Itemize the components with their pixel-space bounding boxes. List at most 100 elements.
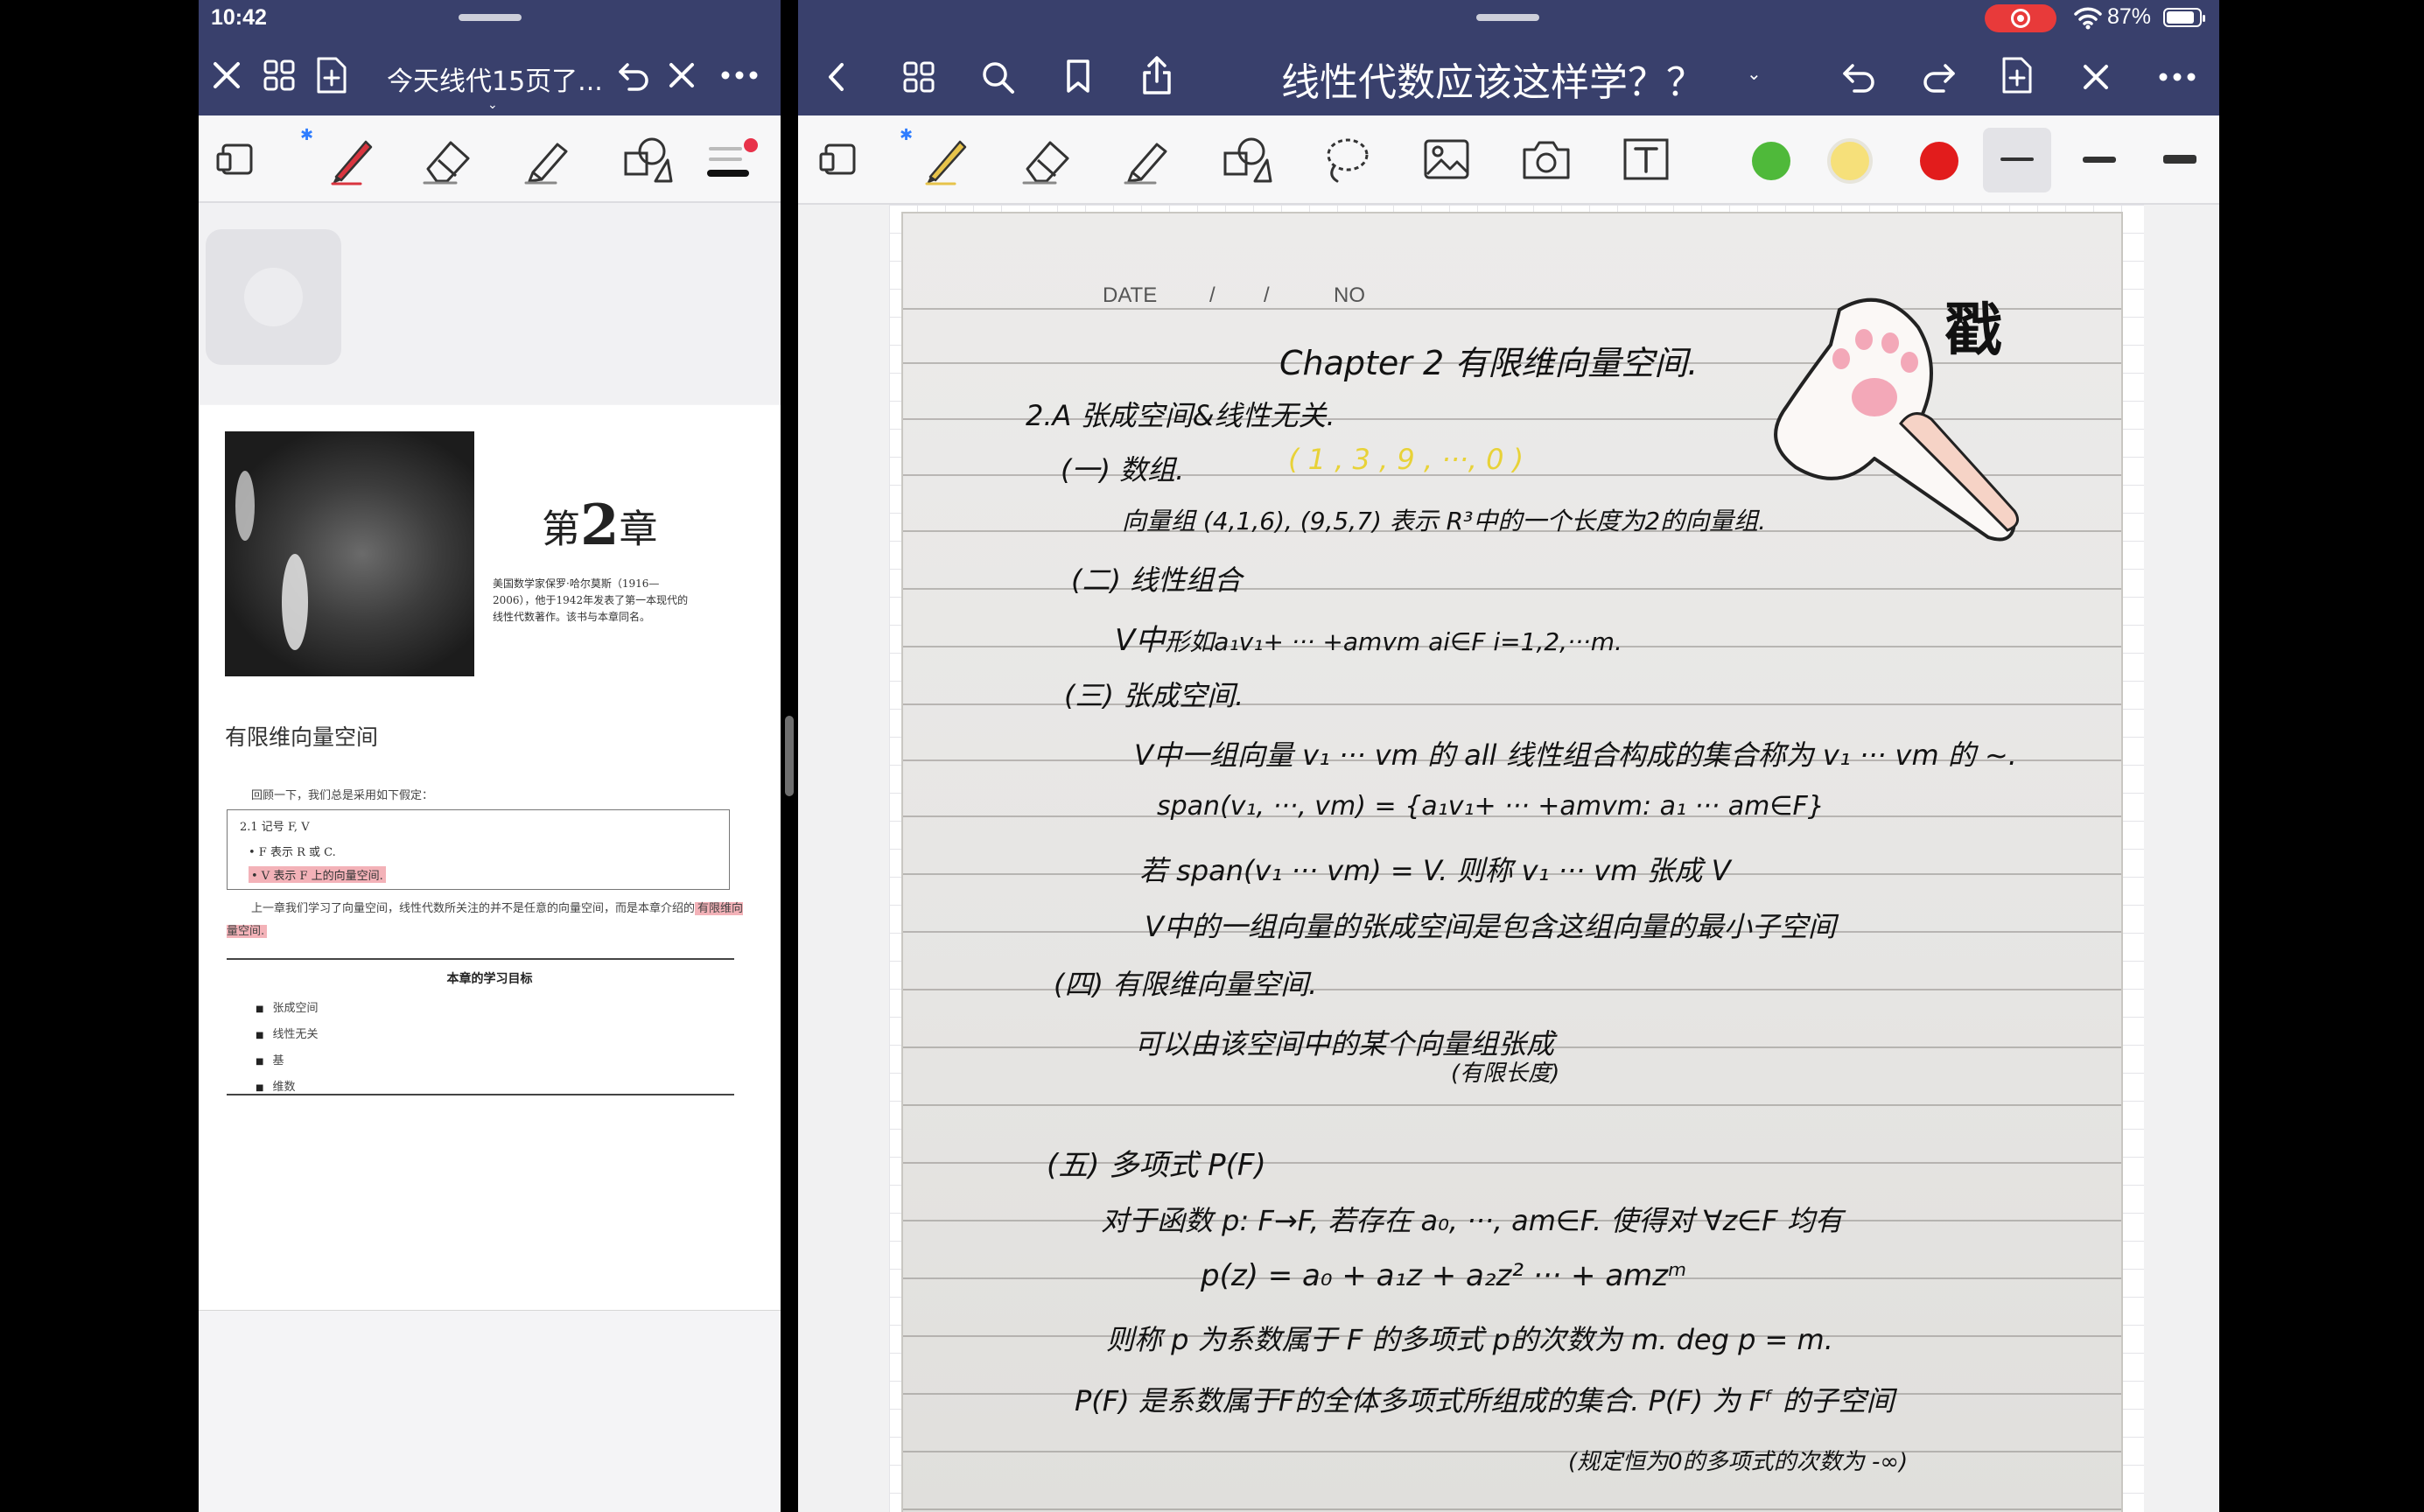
- bookmark-icon[interactable]: [1057, 54, 1099, 98]
- share-icon[interactable]: [1136, 52, 1178, 98]
- chapter-heading: 第2章: [542, 493, 658, 558]
- multitask-grabber[interactable]: [1476, 14, 1539, 21]
- shapes-icon[interactable]: [617, 131, 678, 187]
- no-label: NO: [1334, 284, 1365, 307]
- note-line: (规定恒为0的多项式的次数为 -∞): [1568, 1449, 1909, 1475]
- section-title: 有限维向量空间: [225, 724, 379, 750]
- color-red-swatch[interactable]: [1920, 142, 1958, 180]
- note-line: p(z) = a₀ + a₁z + a₂z² ··· + amzᵐ: [1201, 1258, 1687, 1293]
- pen-icon[interactable]: [321, 131, 382, 187]
- screen: 10:42 今天线代15页了... ⌄ ✱ 第2章 美国数学家保罗·哈尔莫斯（1…: [0, 0, 2424, 1512]
- add-page-icon[interactable]: [1995, 52, 2039, 98]
- note-line: V中形如a₁v₁+ ··· +amvm ai∈F i=1,2,···m.: [1115, 623, 1622, 658]
- battery-icon: [2163, 8, 2205, 27]
- note-section-2a: 2.A 张成空间&线性无关.: [1026, 399, 1335, 432]
- title-chevron-icon[interactable]: ⌄: [487, 98, 498, 112]
- pencil-icon[interactable]: [915, 131, 977, 187]
- status-time: 10:42: [211, 5, 267, 30]
- divider: [227, 1094, 734, 1096]
- author-photo: [225, 431, 474, 676]
- notation-box: 2.1 记号 F, V • F 表示 R 或 C. • V 表示 F 上的向量空…: [227, 809, 730, 890]
- undo-icon[interactable]: [613, 54, 655, 96]
- image-icon[interactable]: [1416, 131, 1477, 187]
- page-thumbnail[interactable]: [206, 229, 341, 365]
- intro-text: 回顾一下，我们总是采用如下假定：: [251, 789, 434, 802]
- bluetooth-icon: ✱: [300, 126, 314, 144]
- more-icon[interactable]: [2151, 56, 2203, 98]
- notation-item-highlighted: • V 表示 F 上的向量空间.: [249, 866, 386, 883]
- note-line: 若 span(v₁ ··· vm) = V. 则称 v₁ ··· vm 张成 V: [1139, 854, 1731, 887]
- color-yellow-swatch[interactable]: [1827, 138, 1873, 184]
- close-icon[interactable]: [206, 54, 248, 96]
- goal-item: 线性无关: [256, 1022, 318, 1048]
- divider: [227, 958, 734, 960]
- shapes-icon[interactable]: [1216, 131, 1278, 187]
- stroke-width-thin[interactable]: [2000, 158, 2034, 161]
- close-tab-icon[interactable]: [661, 54, 703, 96]
- stroke-width-medium[interactable]: [2083, 157, 2116, 163]
- title-chevron-icon[interactable]: ⌄: [1747, 63, 1762, 84]
- redo-icon[interactable]: [1916, 56, 1960, 98]
- notation-title: 2.1 记号 F, V: [240, 821, 310, 834]
- status-bar-left: 10:42: [199, 0, 781, 37]
- document-title[interactable]: 线性代数应该这样学？？: [1281, 51, 1705, 107]
- grid-icon[interactable]: [258, 54, 300, 96]
- multitask-grabber[interactable]: [459, 14, 522, 21]
- right-split-pane: 87% 线性代数应该这样学？？ ⌄ ✱ DATE / / NO Chapter …: [798, 0, 2219, 1512]
- goals-list: 张成空间 线性无关 基 维数: [256, 996, 318, 1101]
- stroke-width-thick[interactable]: [2163, 155, 2196, 164]
- undo-icon[interactable]: [1838, 56, 1881, 98]
- date-separator: /: [1209, 284, 1216, 307]
- notebook-photo[interactable]: DATE / / NO Chapter 2 有限维向量空间. 2.A 张成空间&…: [903, 214, 2121, 1512]
- screen-recording-icon[interactable]: [1985, 4, 2056, 32]
- more-icon[interactable]: [713, 54, 766, 96]
- note-line: (有限长度): [1451, 1060, 1560, 1087]
- bluetooth-icon: ✱: [900, 126, 914, 144]
- status-bar-right: 87%: [798, 0, 2219, 37]
- note-line-yellow: ( 1 , 3 , 9 , ···, 0 ): [1288, 443, 1524, 476]
- date-separator: /: [1264, 284, 1270, 307]
- sticker-text: 戳: [1944, 297, 2002, 364]
- note-line: (二) 线性组合: [1071, 564, 1243, 597]
- left-split-pane: 10:42 今天线代15页了... ⌄ ✱ 第2章 美国数学家保罗·哈尔莫斯（1…: [199, 0, 781, 1512]
- note-line: 对于函数 p: F→F, 若存在 a₀, ···, am∈F. 使得对 ∀z∈F…: [1101, 1204, 1843, 1237]
- note-line: (三) 张成空间.: [1064, 679, 1244, 712]
- back-icon[interactable]: [816, 56, 858, 98]
- date-label: DATE: [1103, 284, 1158, 307]
- lasso-icon[interactable]: [1316, 131, 1377, 187]
- grid-paper-page[interactable]: DATE / / NO Chapter 2 有限维向量空间. 2.A 张成空间&…: [889, 205, 2144, 1512]
- eraser-icon[interactable]: [1017, 131, 1078, 187]
- left-nav-bar: 今天线代15页了... ⌄: [199, 37, 781, 116]
- note-line: 向量组 (4,1,6), (9,5,7) 表示 R³中的一个长度为2的向量组.: [1122, 507, 1767, 536]
- highlighter-icon[interactable]: [517, 131, 578, 187]
- goal-item: 维数: [256, 1074, 318, 1101]
- goals-title: 本章的学习目标: [446, 972, 533, 986]
- note-line: (四) 有限维向量空间.: [1054, 968, 1318, 1001]
- note-line: V中的一组向量的张成空间是包含这组向量的最小子空间: [1145, 910, 1836, 943]
- pdf-page[interactable]: 第2章 美国数学家保罗·哈尔莫斯（1916—2006），他于1942年发表了第一…: [199, 405, 781, 1311]
- note-line: (五) 多项式 P(F): [1047, 1148, 1266, 1183]
- highlighter-icon[interactable]: [1117, 131, 1178, 187]
- battery-percent: 87%: [2107, 4, 2152, 29]
- note-canvas[interactable]: DATE / / NO Chapter 2 有限维向量空间. 2.A 张成空间&…: [798, 205, 2219, 1512]
- color-green-swatch[interactable]: [1752, 142, 1790, 180]
- split-view-divider[interactable]: [785, 716, 794, 796]
- camera-icon[interactable]: [1516, 131, 1577, 187]
- cat-paw-sticker[interactable]: 戳: [1726, 275, 2058, 550]
- notation-item: • F 表示 R 或 C.: [249, 846, 336, 859]
- wifi-icon: [2074, 5, 2102, 33]
- view-mode-icon[interactable]: [816, 138, 863, 180]
- left-document-title[interactable]: 今天线代15页了...: [387, 60, 603, 98]
- goal-item: 基: [256, 1048, 318, 1074]
- text-box-icon[interactable]: [1615, 131, 1677, 187]
- left-toolbar: ✱: [199, 116, 781, 203]
- add-page-icon[interactable]: [311, 52, 353, 98]
- note-line: 则称 p 为系数属于 F 的多项式 p的次数为 m. deg p = m.: [1106, 1323, 1833, 1356]
- search-icon[interactable]: [977, 56, 1019, 98]
- photo-caption: 美国数学家保罗·哈尔莫斯（1916—2006），他于1942年发表了第一本现代的…: [493, 578, 689, 623]
- pen-settings-icon[interactable]: [701, 135, 762, 187]
- view-mode-icon[interactable]: [213, 138, 260, 180]
- eraser-icon[interactable]: [417, 131, 479, 187]
- close-tab-icon[interactable]: [2074, 56, 2118, 98]
- grid-icon[interactable]: [898, 56, 940, 98]
